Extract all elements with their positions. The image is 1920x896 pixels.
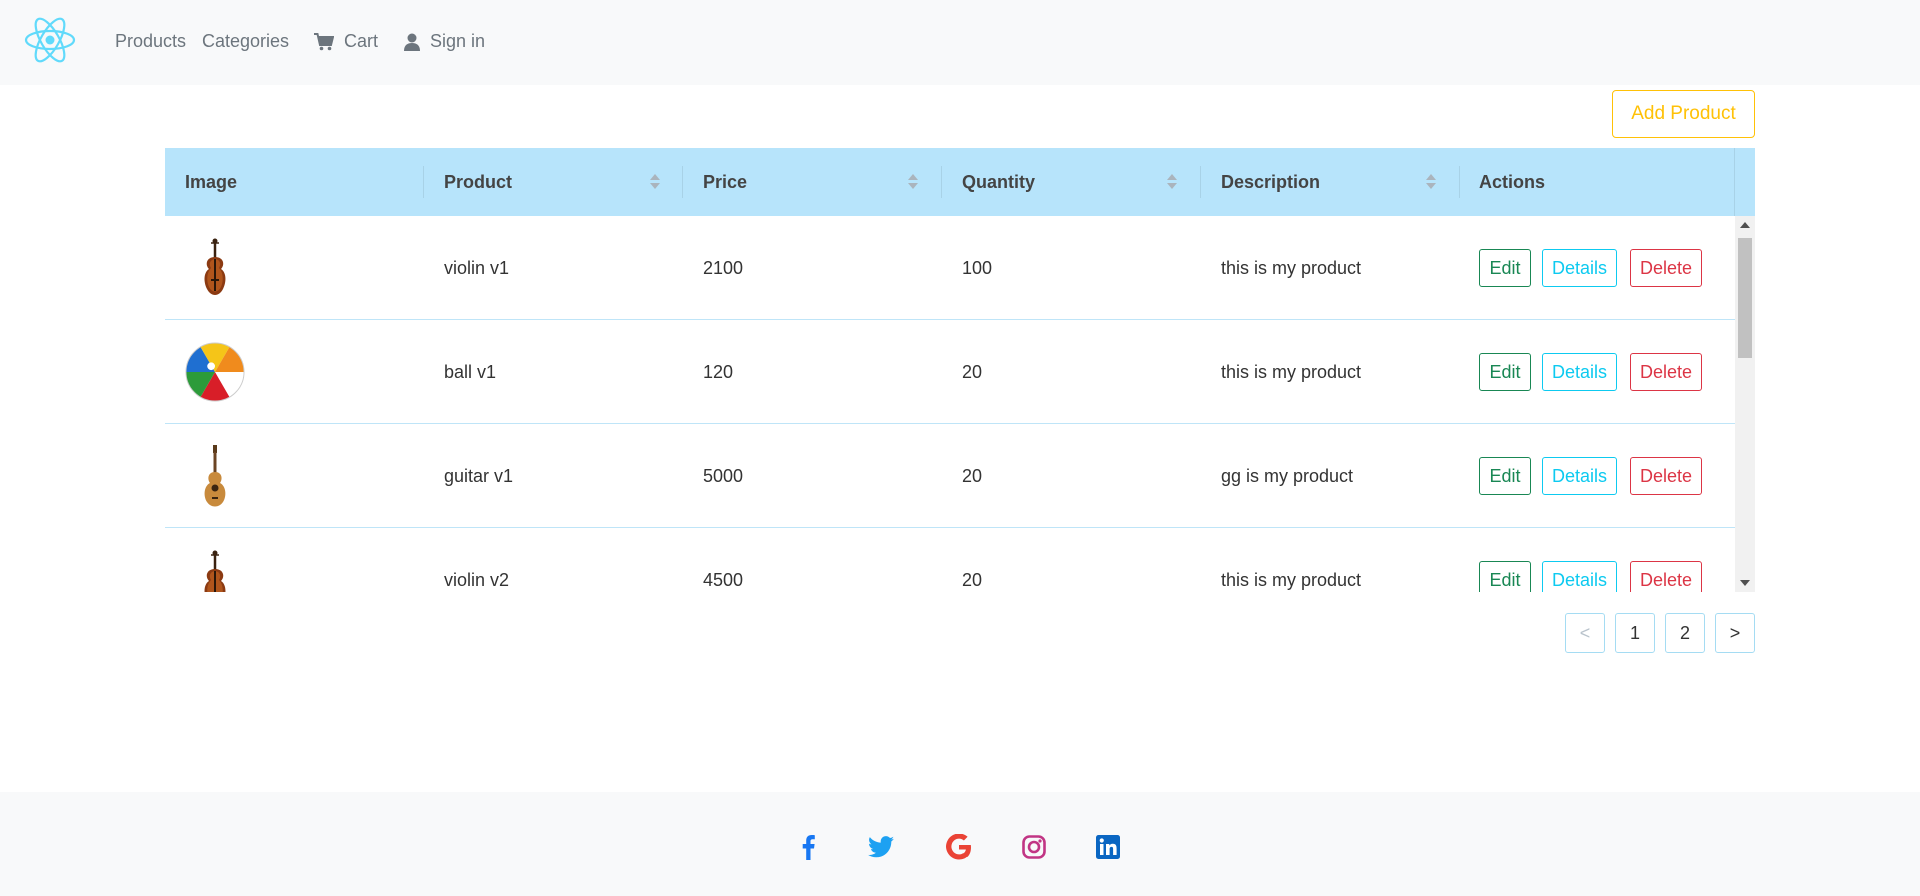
table-row: ball v1 120 20 this is my product Edit D… [165,320,1735,424]
pagination-page-2[interactable]: 2 [1665,613,1705,653]
product-quantity: 20 [962,465,983,486]
facebook-icon[interactable] [794,833,822,861]
navbar: Products Categories Cart Sign in [0,0,1920,85]
column-divider [1734,148,1735,216]
nav-categories-link[interactable]: Categories [202,31,289,52]
delete-button[interactable]: Delete [1630,561,1702,592]
sort-icon[interactable] [1167,174,1177,190]
table-row: violin v1 2100 100 this is my product Ed… [165,216,1735,320]
linkedin-icon[interactable] [1094,833,1122,861]
product-description: gg is my product [1221,465,1354,486]
column-header-price[interactable]: Price [703,148,747,216]
table-header: Image Product Price Quantity Description… [165,148,1755,216]
nav-products-label: Products [115,31,187,51]
nav-products-link[interactable]: Products [115,31,186,52]
google-icon[interactable] [945,833,973,861]
details-button[interactable]: Details [1542,353,1617,391]
nav-signin-label: Sign in [430,31,486,51]
sort-icon[interactable] [1426,174,1436,190]
nav-cart-label: Cart [344,31,379,51]
pagination-page-1[interactable]: 1 [1615,613,1655,653]
details-button[interactable]: Details [1542,249,1617,287]
cart-icon [314,32,334,50]
sort-icon[interactable] [908,174,918,190]
product-price: 2100 [703,257,744,278]
product-price: 120 [703,361,734,382]
user-icon [404,33,420,51]
column-header-quantity[interactable]: Quantity [962,148,1035,216]
edit-button[interactable]: Edit [1479,457,1531,495]
column-header-image: Image [185,171,238,192]
column-divider [941,166,942,198]
scroll-up-arrow-icon[interactable] [1740,222,1750,228]
edit-button[interactable]: Edit [1479,249,1531,287]
violin-icon [185,528,245,592]
scroll-thumb[interactable] [1738,238,1752,358]
edit-button[interactable]: Edit [1479,561,1531,592]
delete-button[interactable]: Delete [1630,353,1702,391]
scroll-down-arrow-icon[interactable] [1740,580,1750,586]
product-name: guitar v1 [444,465,514,486]
twitter-icon[interactable] [867,833,895,861]
column-divider [423,166,424,198]
column-header-actions: Actions [1479,171,1546,192]
column-divider [1459,166,1460,198]
nav-signin-link[interactable]: Sign in [404,31,485,52]
beach-ball-icon [185,320,245,424]
product-description: this is my product [1221,257,1362,278]
product-quantity: 20 [962,361,983,382]
table-row: violin v2 4500 20 this is my product Edi… [165,528,1735,592]
pagination-prev-button[interactable]: < [1565,613,1605,653]
product-description: this is my product [1221,569,1362,590]
column-header-product[interactable]: Product [444,148,512,216]
product-price: 5000 [703,465,744,486]
pagination-next-button[interactable]: > [1715,613,1755,653]
guitar-icon [185,424,245,528]
products-table: Image Product Price Quantity Description… [165,148,1755,592]
delete-button[interactable]: Delete [1630,249,1702,287]
edit-button[interactable]: Edit [1479,353,1531,391]
table-scrollbar[interactable] [1735,216,1755,592]
product-name: ball v1 [444,361,497,382]
react-logo-icon[interactable] [24,16,76,64]
column-header-description[interactable]: Description [1221,148,1320,216]
product-price: 4500 [703,569,744,590]
delete-button[interactable]: Delete [1630,457,1702,495]
column-divider [1200,166,1201,198]
add-product-button[interactable]: Add Product [1612,90,1755,138]
violin-icon [185,216,245,320]
details-button[interactable]: Details [1542,457,1617,495]
nav-cart-link[interactable]: Cart [314,31,378,52]
product-quantity: 100 [962,257,993,278]
product-name: violin v1 [444,257,510,278]
product-quantity: 20 [962,569,983,590]
table-body[interactable]: violin v1 2100 100 this is my product Ed… [165,216,1735,592]
product-name: violin v2 [444,569,510,590]
column-divider [682,166,683,198]
sort-icon[interactable] [650,174,660,190]
instagram-icon[interactable] [1020,833,1048,861]
nav-categories-label: Categories [202,31,290,51]
table-row: guitar v1 5000 20 gg is my product Edit … [165,424,1735,528]
product-description: this is my product [1221,361,1362,382]
details-button[interactable]: Details [1542,561,1617,592]
